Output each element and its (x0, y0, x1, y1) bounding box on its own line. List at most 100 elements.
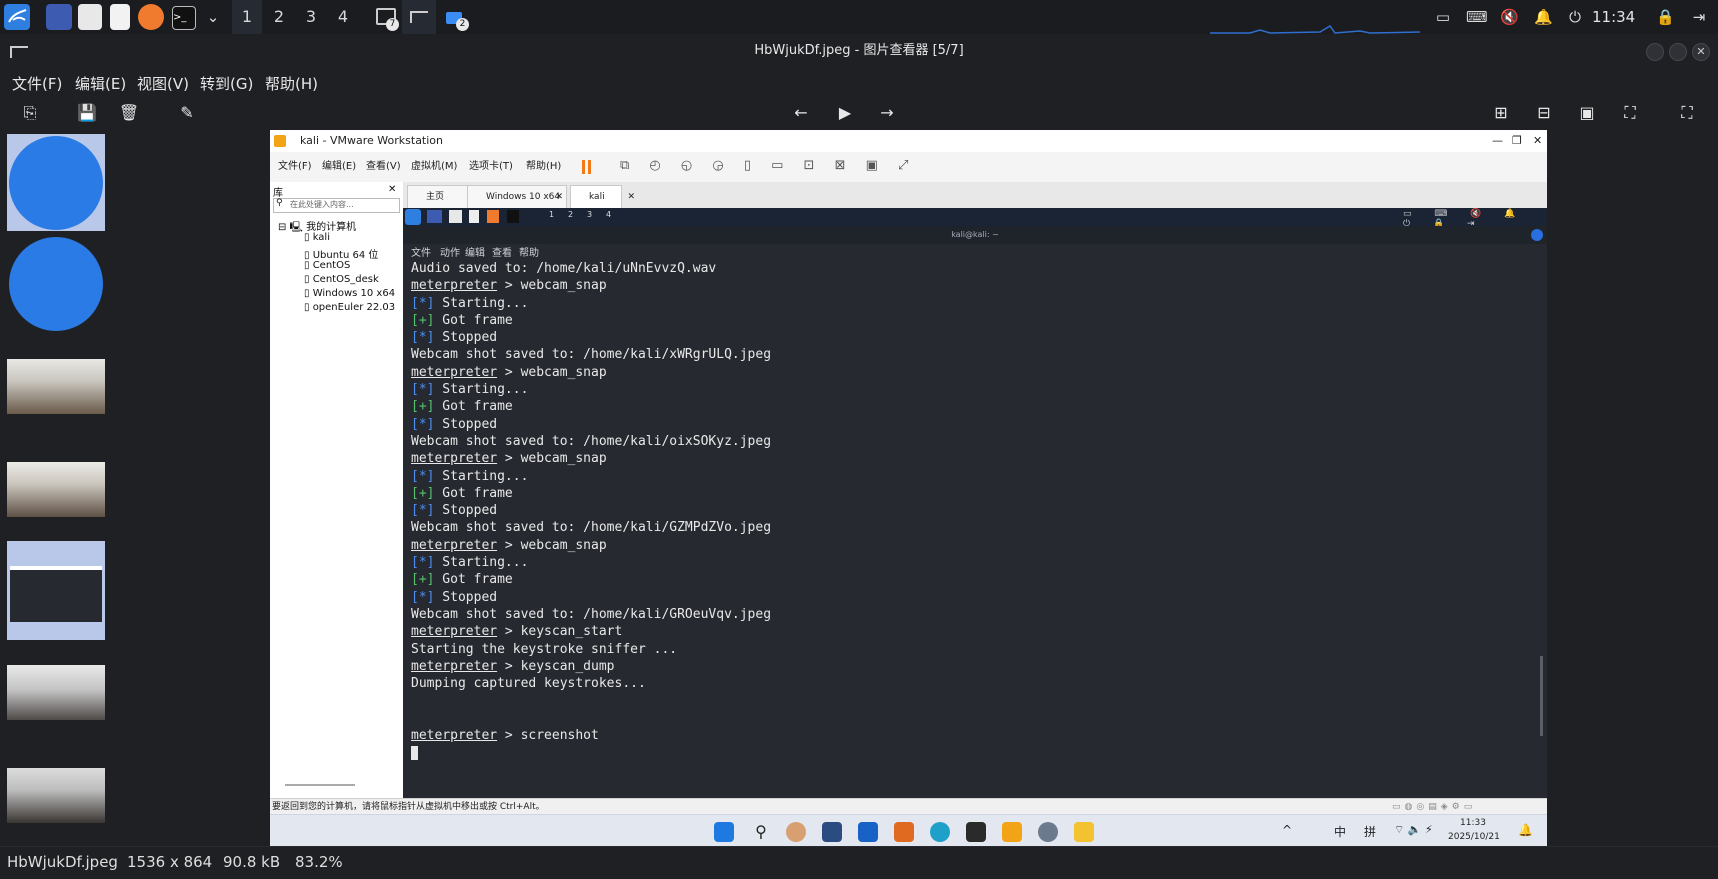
thumbnail-5-current[interactable] (7, 541, 105, 640)
workspace-4[interactable]: 4 (328, 0, 358, 34)
screen-icon[interactable]: ▭ (1434, 8, 1452, 26)
term-menu-edit[interactable]: 编辑 (465, 244, 485, 259)
keyboard-icon[interactable]: ⌨ (1466, 8, 1488, 26)
network-icon[interactable]: ⌔ 🔈 ⚡ (1394, 823, 1433, 837)
taskbar-vmware-icon[interactable] (1002, 822, 1022, 842)
tree-item-kali[interactable]: ▯ kali (304, 232, 330, 243)
tab-kali[interactable]: kali ✕ (570, 185, 635, 208)
edit-icon[interactable]: ✎ (176, 102, 198, 124)
tab-close-icon[interactable]: ✕ (555, 186, 563, 208)
previous-icon[interactable]: ← (790, 102, 812, 124)
zoom-fit-icon[interactable]: ⛶ (1619, 102, 1641, 124)
ime-mode-2[interactable]: 拼 (1364, 823, 1376, 840)
tray-chevron-icon[interactable]: ^ (1282, 823, 1292, 837)
clock[interactable]: 11:34 (1592, 0, 1635, 34)
thumbnail-3[interactable] (7, 359, 105, 414)
terminal-close-button[interactable] (1531, 229, 1543, 241)
thumbnail-1[interactable] (7, 134, 105, 231)
taskbar-app-2[interactable] (822, 822, 842, 842)
logout-icon[interactable]: ⇥ (1690, 8, 1708, 26)
terminal-window[interactable]: kali@kali: ~ 文件 动作 编辑 查看 帮助 Audio saved … (403, 226, 1547, 798)
workspace-2[interactable]: 2 (264, 0, 294, 34)
notification-icon[interactable]: 🔔 (1518, 823, 1533, 837)
tab-close-icon[interactable]: ✕ (627, 186, 635, 208)
open-icon[interactable]: ⎘ (19, 102, 41, 124)
power-icon[interactable]: ⏻ (1566, 8, 1584, 26)
maximize-button[interactable] (1669, 43, 1687, 61)
zoom-in-icon[interactable]: ⊞ (1490, 102, 1512, 124)
guest-workspace-2[interactable]: 2 (568, 210, 573, 219)
thumbnail-4[interactable] (7, 462, 105, 517)
vm-menu-tabs[interactable]: 选项卡(T) (469, 152, 513, 182)
windows-start-icon[interactable] (714, 822, 734, 842)
vm-minimize-button[interactable]: — (1492, 130, 1503, 152)
taskbar-terminal-icon[interactable] (966, 822, 986, 842)
menu-help[interactable]: 帮助(H) (265, 70, 318, 98)
thumbnail-7[interactable] (7, 768, 105, 823)
term-menu-help[interactable]: 帮助 (519, 244, 539, 259)
library-close-icon[interactable]: ✕ (388, 184, 396, 195)
taskbar-time[interactable]: 11:33 (1460, 818, 1486, 828)
menu-edit[interactable]: 编辑(E) (75, 70, 126, 98)
delete-icon[interactable]: 🗑 (118, 102, 140, 124)
tab-windows10[interactable]: Windows 10 x64 ✕ (467, 185, 567, 208)
terminal-output[interactable]: Audio saved to: /home/kali/uNnEvvzQ.wav m… (411, 260, 1531, 761)
vm-toolbar-icons[interactable]: ⧉ ◴ ◵ ◶ ▯ ▭ ⊡ ⊠ ▣ ⤢ (620, 158, 916, 173)
close-button[interactable]: ✕ (1692, 43, 1710, 61)
text-editor-icon[interactable] (110, 4, 130, 30)
thumbnail-6[interactable] (7, 665, 105, 720)
tree-item-centos[interactable]: ▯ CentOS (304, 260, 350, 271)
next-icon[interactable]: → (876, 102, 898, 124)
vm-menu-view[interactable]: 查看(V) (366, 152, 401, 182)
term-menu-view[interactable]: 查看 (492, 244, 512, 259)
vm-menu-vm[interactable]: 虚拟机(M) (411, 152, 457, 182)
file-manager-icon[interactable] (78, 4, 102, 30)
terminal-scrollbar[interactable] (1540, 656, 1543, 736)
lock-icon[interactable]: 🔒 (1656, 8, 1675, 26)
volume-muted-icon[interactable]: 🔇 (1500, 8, 1519, 26)
window-menu-icon[interactable] (10, 46, 28, 58)
tree-item-openeuler[interactable]: ▯ openEuler 22.03 (304, 302, 395, 313)
menu-goto[interactable]: 转到(G) (200, 70, 253, 98)
firefox-icon[interactable] (138, 4, 164, 30)
device-icons[interactable]: ▭◍◎▤◈⚙▭ (1392, 799, 1476, 815)
guest-app-icons[interactable] (427, 210, 527, 223)
tree-item-windows10[interactable]: ▯ Windows 10 x64 (304, 288, 395, 299)
bell-icon[interactable]: 🔔 (1534, 8, 1553, 26)
pause-icon[interactable] (582, 160, 585, 174)
zoom-out-icon[interactable]: ⊟ (1533, 102, 1555, 124)
windows-search-icon[interactable]: ⚲ (751, 822, 771, 842)
terminal-icon[interactable]: >_ (172, 6, 196, 30)
thumbnail-2[interactable] (7, 235, 105, 332)
minimize-button[interactable] (1646, 43, 1664, 61)
library-search[interactable]: ⚲ 在此处键入内容... (273, 198, 400, 213)
taskbar-window-button-c[interactable]: 2 (440, 4, 470, 32)
vm-menu-file[interactable]: 文件(F) (278, 152, 312, 182)
menu-file[interactable]: 文件(F) (12, 70, 62, 98)
taskbar-app-3[interactable] (894, 822, 914, 842)
tree-item-ubuntu[interactable]: ▯ Ubuntu 64 位 (304, 246, 378, 261)
term-menu-action[interactable]: 动作 (440, 244, 460, 259)
taskbar-store-icon[interactable] (858, 822, 878, 842)
taskbar-date[interactable]: 2025/10/21 (1448, 832, 1500, 842)
term-menu-file[interactable]: 文件 (411, 244, 431, 259)
desktop-icon[interactable] (46, 4, 72, 30)
guest-workspace-1[interactable]: 1 (549, 210, 554, 219)
library-scrollbar[interactable] (285, 784, 355, 786)
menu-view[interactable]: 视图(V) (137, 70, 189, 98)
chevron-down-icon[interactable]: ⌄ (204, 8, 222, 26)
guest-kali-icon[interactable] (405, 209, 421, 225)
vm-menu-help[interactable]: 帮助(H) (526, 152, 561, 182)
vm-restore-button[interactable]: ❐ (1512, 130, 1522, 152)
fullscreen-icon[interactable]: ⛶ (1676, 102, 1698, 124)
taskbar-window-button-b[interactable] (402, 0, 436, 36)
zoom-original-icon[interactable]: ▣ (1576, 102, 1598, 124)
taskbar-explorer-icon[interactable] (1074, 822, 1094, 842)
workspace-3[interactable]: 3 (296, 0, 326, 34)
vmware-window[interactable]: kali - VMware Workstation — ❐ ✕ 文件(F) 编辑… (270, 130, 1547, 848)
guest-workspace-3[interactable]: 3 (587, 210, 592, 219)
play-icon[interactable]: ▶ (834, 102, 856, 124)
vm-menu-edit[interactable]: 编辑(E) (322, 152, 356, 182)
taskbar-edge-icon[interactable] (930, 822, 950, 842)
tree-item-centos-desk[interactable]: ▯ CentOS_desk (304, 274, 379, 285)
